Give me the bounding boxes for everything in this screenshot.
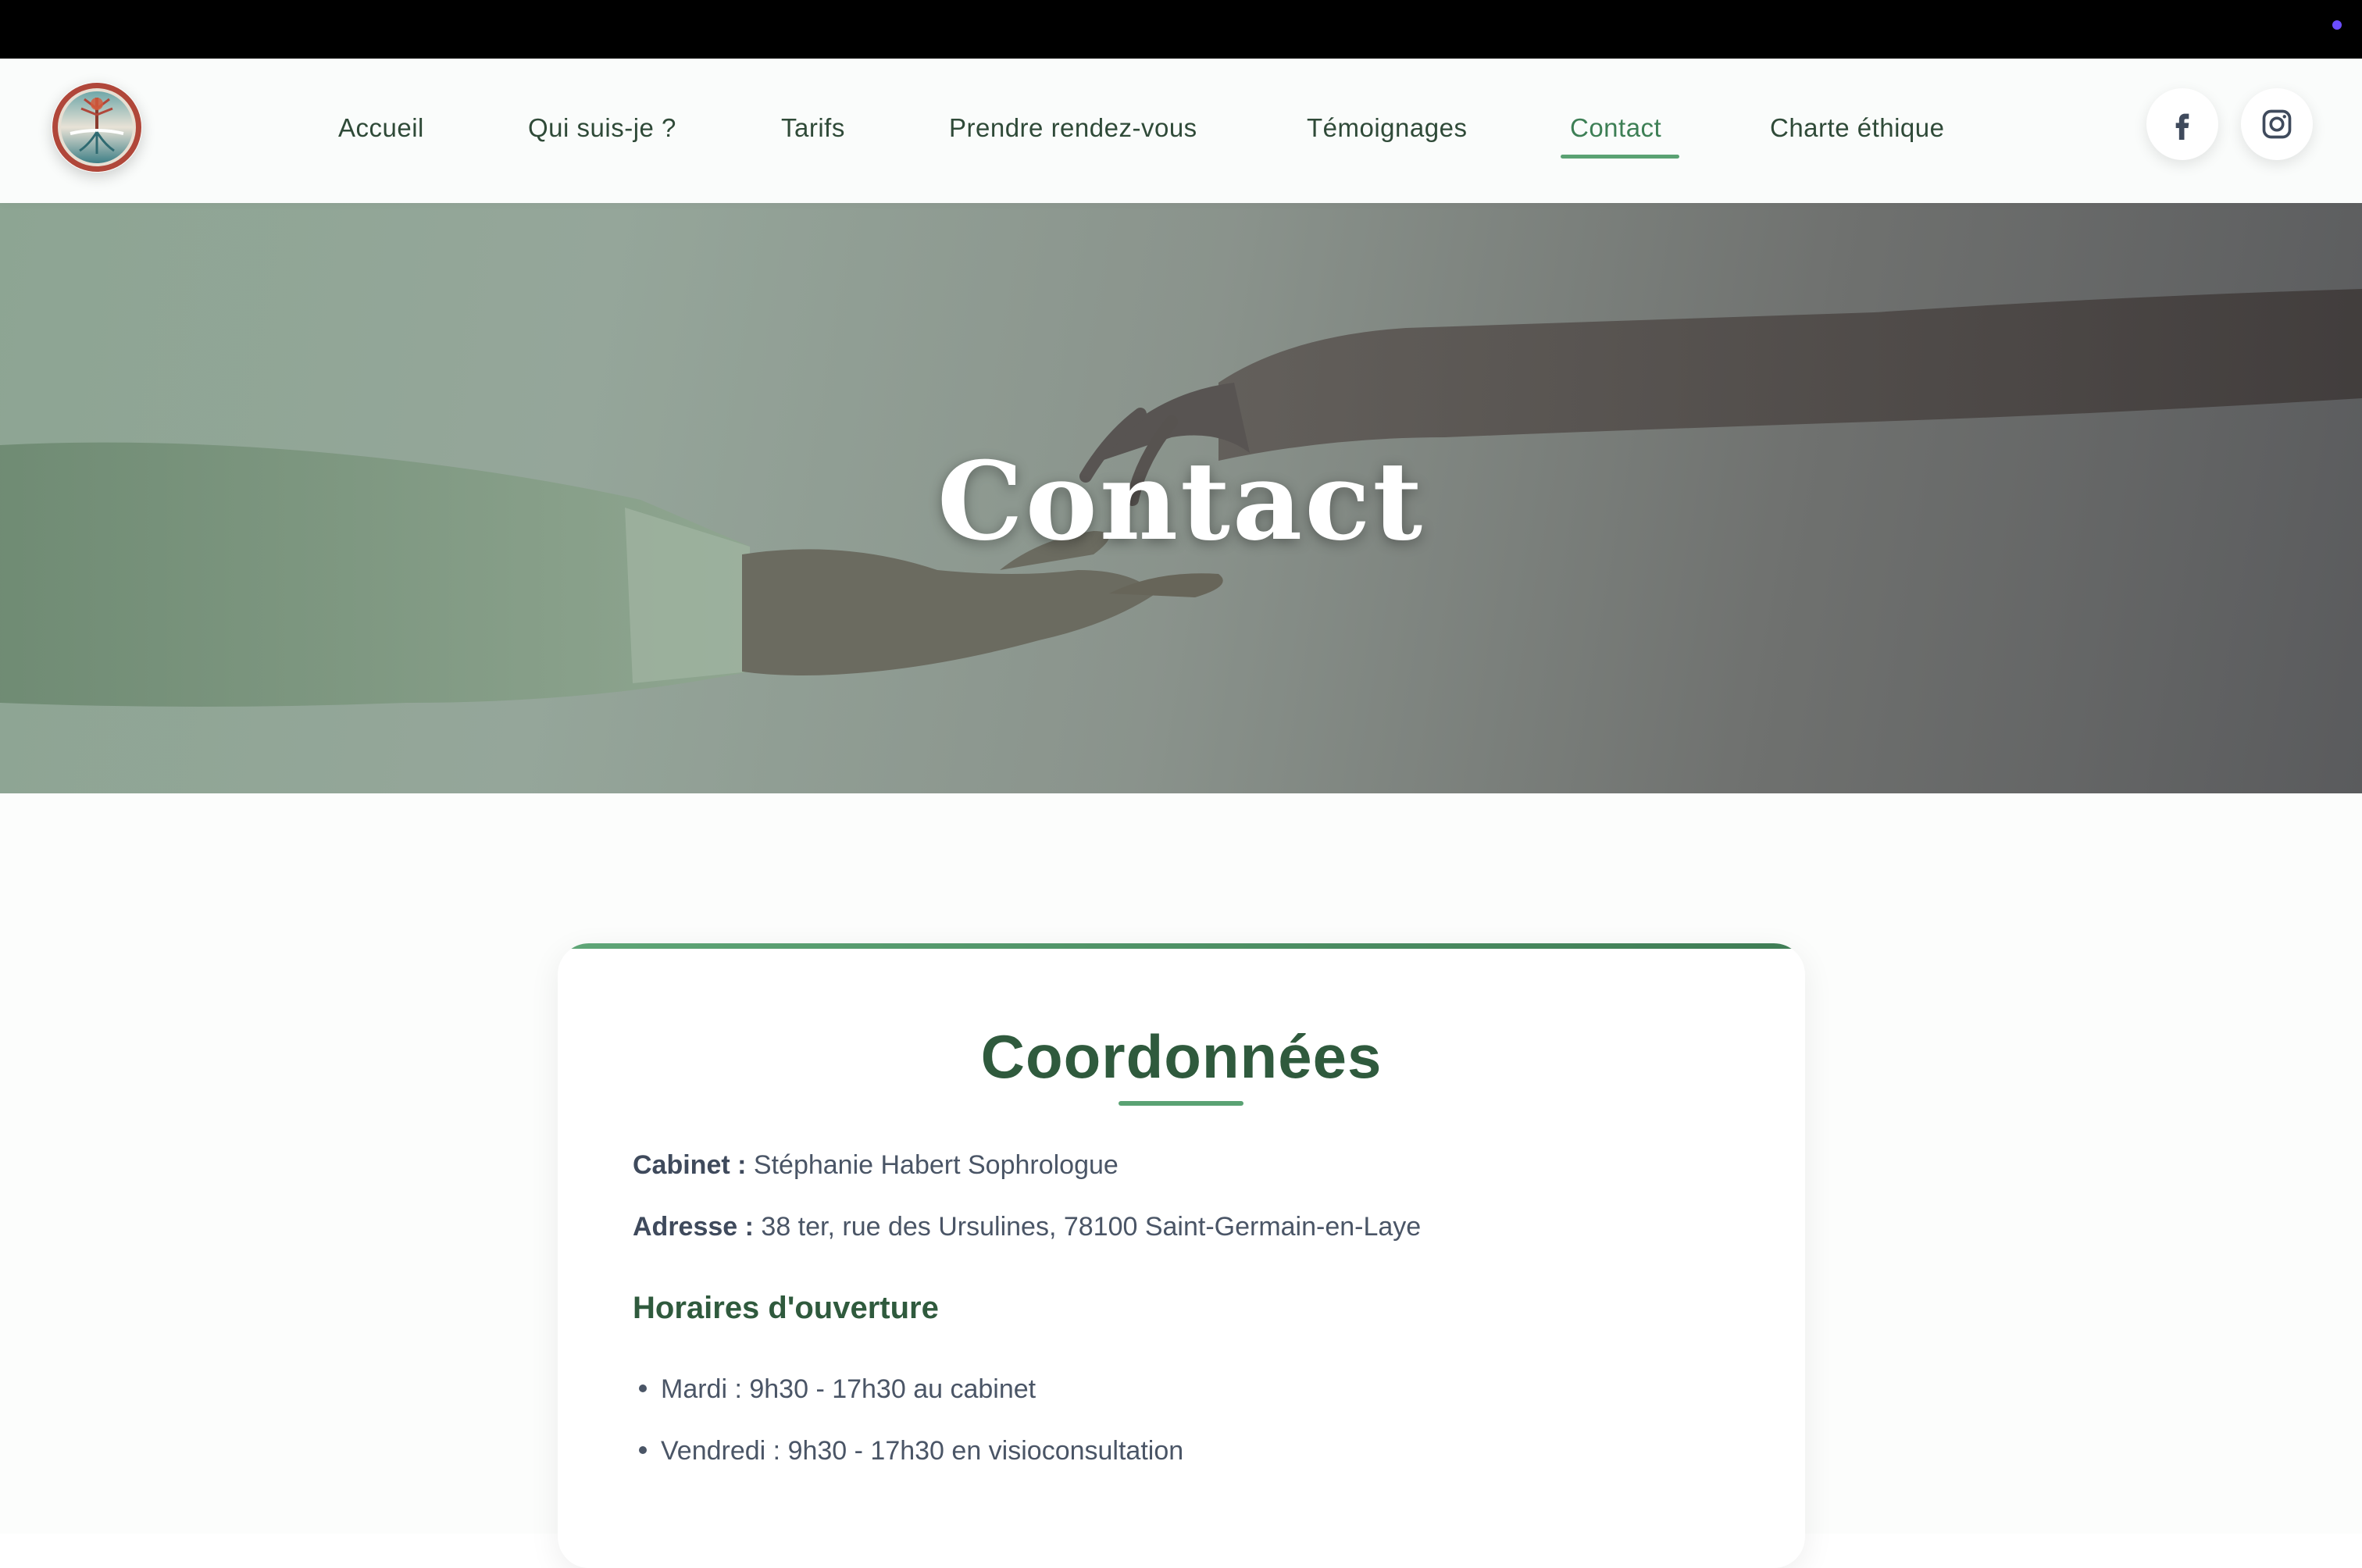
hours-item: Vendredi : 9h30 - 17h30 en visioconsulta… [639,1436,1183,1466]
main-nav: Accueil Qui suis-je ? Tarifs Prendre ren… [0,59,2362,203]
address-line: Adresse : 38 ter, rue des Ursulines, 781… [633,1212,1421,1242]
address-value: 38 ter, rue des Ursulines, 78100 Saint-G… [761,1212,1422,1242]
instagram-icon [2262,109,2292,139]
status-dot [2332,20,2342,30]
hours-item: Mardi : 9h30 - 17h30 au cabinet [639,1374,1036,1405]
nav-item-accueil[interactable]: Accueil [338,113,424,160]
facebook-button[interactable] [2146,88,2218,160]
card-accent-line [558,943,1805,949]
contact-card: Coordonnées [558,943,1805,1568]
card-title-underline [1119,1101,1243,1106]
cabinet-label: Cabinet : [633,1150,747,1180]
hours-item-text: Mardi : 9h30 - 17h30 au cabinet [661,1374,1036,1404]
nav-active-indicator [1561,155,1679,159]
nav-item-tarifs[interactable]: Tarifs [781,113,845,160]
nav-item-prendre-rendez-vous[interactable]: Prendre rendez-vous [949,113,1197,160]
cabinet-line: Cabinet : Stéphanie Habert Sophrologue [633,1150,1119,1181]
facebook-icon [2175,113,2189,140]
instagram-button[interactable] [2241,88,2313,160]
nav-item-charte-ethique[interactable]: Charte éthique [1770,113,1944,160]
nav-item-contact[interactable]: Contact [1570,113,1661,160]
hours-item-text: Vendredi : 9h30 - 17h30 en visioconsulta… [661,1436,1184,1466]
cabinet-value: Stéphanie Habert Sophrologue [753,1150,1119,1180]
bullet-icon [639,1384,647,1393]
hours-title: Horaires d'ouverture [633,1291,939,1325]
hero-title: Contact [937,437,1425,565]
nav-item-qui-suis-je[interactable]: Qui suis-je ? [528,113,676,160]
bullet-icon [639,1446,647,1455]
browser-top-bar [0,0,2362,59]
hero-banner: Contact [0,203,2362,793]
site-header: Accueil Qui suis-je ? Tarifs Prendre ren… [0,59,2362,203]
address-label: Adresse : [633,1212,754,1242]
nav-item-temoignages[interactable]: Témoignages [1307,113,1467,160]
card-title: Coordonnées [980,1022,1383,1091]
